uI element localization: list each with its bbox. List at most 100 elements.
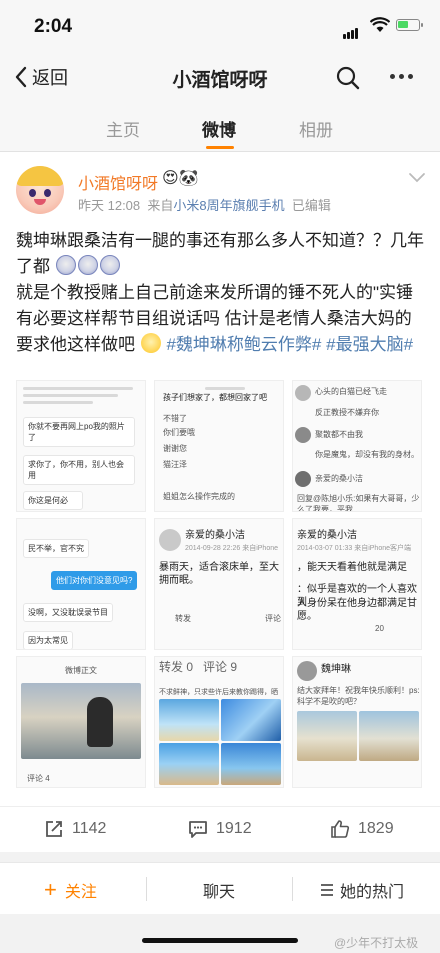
avatar[interactable] — [16, 166, 64, 214]
plus-icon: + — [44, 877, 57, 902]
image-text: 魏坤琳 — [321, 664, 351, 675]
back-button[interactable]: 返回 — [14, 64, 68, 90]
sad-emoji-icon — [99, 255, 120, 275]
more-icon[interactable] — [390, 74, 417, 79]
post-image-7[interactable]: 微博正文 评论 4 — [16, 656, 146, 788]
chat-bubble: 因为太常见 — [23, 631, 73, 649]
image-text: 结大家拜年！祝我年快乐顺利！ps: 科学不是吹的吧？ — [297, 686, 420, 706]
post-image-9[interactable]: 魏坤琳 结大家拜年！祝我年快乐顺利！ps: 科学不是吹的吧？ — [292, 656, 422, 788]
comment-count: 1912 — [216, 820, 252, 837]
image-text: 反正教授不嫌弃你 — [315, 408, 379, 417]
repost-button[interactable]: 1142 — [44, 819, 106, 839]
chat-button[interactable]: 聊天 — [203, 878, 235, 902]
back-label: 返回 — [32, 68, 68, 88]
post-image-6[interactable]: 亲爱的桑小洁 2014-03-07 01:33 来自iPhone客户端 ，能天天… — [292, 518, 422, 650]
image-text: 2014-09-28 22:26 来自iPhone — [185, 545, 279, 552]
image-text: 评论 4 — [27, 774, 50, 783]
chevron-left-icon — [15, 66, 27, 88]
post-card: 小酒馆呀呀 😍🐼 昨天 12:08 来自小米8周年旗舰手机 已编辑 魏坤琳跟桑洁… — [0, 152, 440, 852]
like-count: 1829 — [358, 820, 394, 837]
status-time: 2:04 — [34, 16, 73, 37]
image-text: 不错了 — [163, 414, 187, 423]
username-emoji: 😍🐼 — [162, 170, 199, 187]
post-meta: 昨天 12:08 来自小米8周年旗舰手机 已编辑 — [78, 195, 331, 214]
chevron-down-icon[interactable] — [408, 172, 426, 184]
image-text: 亲爱的桑小洁 — [315, 474, 363, 483]
image-text: 转发 0 — [159, 660, 194, 674]
tab-home[interactable]: 主页 — [106, 116, 140, 141]
source-prefix: 来自 — [147, 198, 174, 213]
follow-button[interactable]: + 关注 — [44, 878, 97, 902]
post-username[interactable]: 小酒馆呀呀 — [78, 170, 158, 194]
comment-button[interactable]: 1912 — [188, 819, 252, 839]
like-button[interactable]: 1829 — [330, 819, 394, 839]
image-text: ，能天天看着他就是满足 — [297, 562, 407, 573]
chat-bubble: 民不举，官不究 — [23, 539, 89, 558]
chat-bubble: 你这是何必 — [23, 491, 83, 510]
image-text: 亲爱的桑小洁 — [185, 530, 245, 541]
post-image-3[interactable]: 心头的白猫已经飞走 反正教授不嫌弃你 聚散都不由我 你是魔鬼，却没有我的身材。 … — [292, 380, 422, 512]
hot-posts-button[interactable]: 她的热门 — [320, 878, 404, 902]
image-text: 谢谢您 — [163, 444, 187, 453]
image-text: 微博正文 — [65, 666, 97, 675]
image-text: 转发 — [175, 614, 191, 623]
image-text: 姐姐怎么操作完成的 — [163, 492, 235, 501]
nav-bar: 返回 小酒馆呀呀 — [0, 52, 440, 102]
tab-album[interactable]: 相册 — [299, 116, 333, 141]
image-text: 人身份呆在他身边都满足甘愿。 — [297, 598, 417, 622]
status-bar: 2:04 — [0, 0, 440, 52]
chat-bubble: 他们对你们没意见吗? — [51, 571, 138, 590]
profile-tabs: 主页 微博 相册 — [0, 102, 440, 152]
hashtag-link[interactable]: #魏坤琳称鲍云作弊# — [166, 335, 321, 354]
post-text: 魏坤琳跟桑洁有一腿的事还有那么多人不知道？？几年了都 就是个教授赌上自己前途来发… — [16, 228, 426, 358]
image-text: 猫汪泽 — [163, 460, 187, 469]
smile-emoji-icon — [140, 333, 161, 353]
sad-emoji-icon — [55, 255, 76, 275]
chat-bubble: 求你了，你不用，别人也会用 — [23, 455, 135, 485]
share-icon — [46, 821, 62, 837]
post-source[interactable]: 小米8周年旗舰手机 — [173, 198, 284, 213]
post-image-1[interactable]: 你就不要再网上po我的照片了 求你了，你不用，别人也会用 你这是何必 — [16, 380, 146, 512]
image-text: 你们要哦 — [163, 428, 195, 437]
home-indicator — [142, 938, 298, 943]
image-text: 评论 — [265, 614, 281, 623]
battery-icon — [396, 19, 423, 31]
tab-weibo[interactable]: 微博 — [202, 116, 236, 141]
image-text: 20 — [375, 624, 384, 633]
image-text: 2014-03-07 01:33 来自iPhone客户端 — [297, 545, 412, 552]
image-text: 心头的白猫已经飞走 — [315, 387, 387, 396]
follow-label: 关注 — [64, 884, 97, 901]
edited-label[interactable]: 已编辑 — [292, 198, 331, 213]
chat-bubble: 你就不要再网上po我的照片了 — [23, 417, 135, 447]
image-grid: 你就不要再网上po我的照片了 求你了，你不用，别人也会用 你这是何必 孩子们想家… — [16, 380, 424, 794]
signal-icon — [343, 21, 359, 39]
repost-count: 1142 — [72, 820, 107, 837]
image-text: 孩子们想家了，都想回家了吧 — [163, 393, 267, 402]
sad-emoji-icon — [77, 255, 98, 275]
wifi-icon — [370, 17, 390, 32]
image-text: 暴雨天，适合滚床单，至大拥而眠。 — [159, 562, 279, 586]
image-text: 评论 9 — [203, 660, 238, 674]
comment-icon — [189, 821, 207, 838]
post-image-4[interactable]: 民不举，官不究 他们对你们没意见吗? 没啊，又没耽误录节目 因为太常见 — [16, 518, 146, 650]
image-text: 你是魔鬼，却没有我的身材。 — [315, 450, 419, 459]
thumbs-up-icon — [331, 820, 350, 838]
bottom-toolbar: + 关注 聊天 她的热门 — [0, 862, 440, 914]
post-text-line1: 魏坤琳跟桑洁有一腿的事还有那么多人不知道？？几年了都 — [16, 231, 424, 276]
image-text: 聚散都不由我 — [315, 430, 363, 439]
image-text: 回复@陈旭小乐:如果有大哥哥，少么了我要，平我 — [297, 494, 420, 512]
post-actions: 1142 1912 1829 — [0, 806, 440, 852]
chat-bubble: 没啊，又没耽误录节目 — [23, 603, 113, 622]
menu-icon — [321, 884, 333, 896]
post-image-8[interactable]: 转发 0 评论 9 不求鲜神，只求些许后来教你踢得，晒安！ — [154, 656, 284, 788]
watermark: @少年不打太极 — [334, 936, 419, 950]
post-image-2[interactable]: 孩子们想家了，都想回家了吧 不错了 你们要哦 谢谢您 猫汪泽 姐姐怎么操作完成的 — [154, 380, 284, 512]
post-time: 昨天 12:08 — [78, 198, 141, 213]
hashtag-link[interactable]: #最强大脑# — [326, 335, 413, 354]
tab-active-indicator — [206, 146, 234, 149]
hot-label: 她的热门 — [340, 884, 405, 901]
search-icon[interactable] — [336, 66, 360, 90]
image-text: 亲爱的桑小洁 — [297, 530, 357, 541]
post-image-5[interactable]: 亲爱的桑小洁 2014-09-28 22:26 来自iPhone 暴雨天，适合滚… — [154, 518, 284, 650]
chat-label: 聊天 — [203, 884, 236, 901]
